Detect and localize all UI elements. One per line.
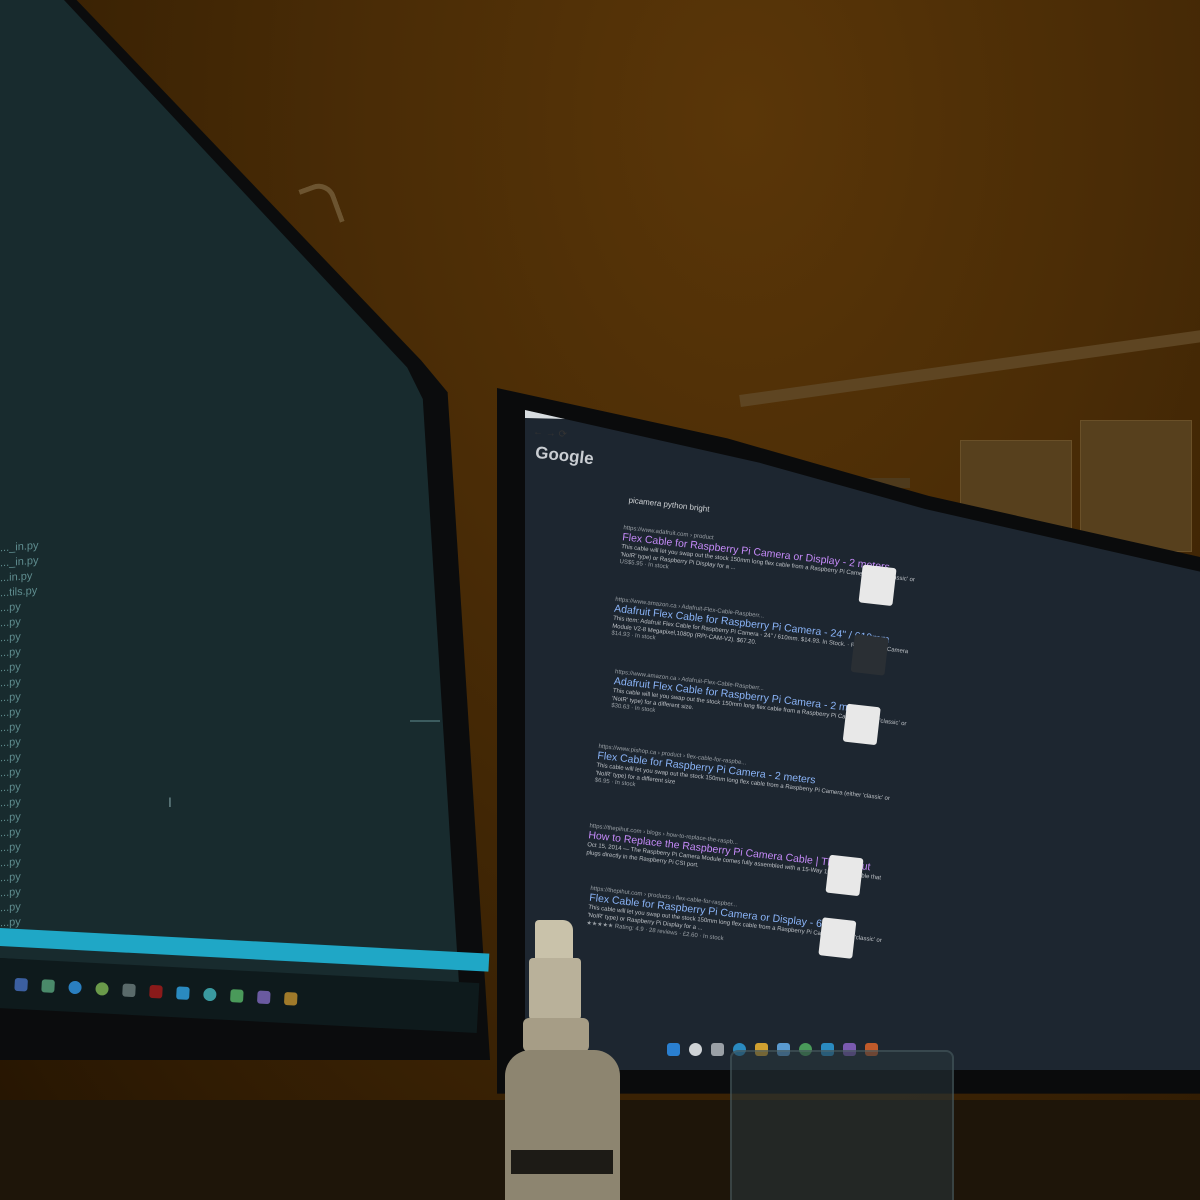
result-thumbnail[interactable] — [818, 917, 857, 959]
google-logo[interactable]: Google — [534, 443, 594, 470]
spray-bottle — [505, 920, 620, 1200]
browser-icon[interactable] — [68, 980, 82, 994]
photo-scene: ..._in.py ..._in.py ...in.py ...tils.py … — [0, 0, 1200, 1200]
left-monitor: ..._in.py ..._in.py ...in.py ...tils.py … — [0, 0, 490, 1060]
app-icon[interactable] — [256, 990, 271, 1004]
right-monitor-screen: ← → ⟳ Google picamera python bright http… — [525, 410, 1200, 1070]
browser-nav-icons[interactable]: ← → ⟳ — [533, 427, 568, 441]
vscode-icon[interactable] — [176, 985, 190, 1000]
chrome-icon[interactable] — [95, 981, 109, 996]
bottle-label — [511, 1150, 613, 1174]
result-thumbnail[interactable] — [850, 634, 889, 676]
app-icon[interactable] — [149, 984, 163, 999]
window-controls[interactable] — [410, 720, 440, 736]
result-thumbnail[interactable] — [842, 703, 881, 746]
search-result: https://www.pishop.ca › product › flex-c… — [594, 744, 897, 818]
settings-icon[interactable] — [122, 982, 136, 997]
glass-cup — [730, 1050, 954, 1200]
bottle-nozzle — [535, 920, 573, 960]
app-icon[interactable] — [41, 978, 55, 993]
result-thumbnail[interactable] — [858, 564, 897, 607]
bottle-body — [505, 1050, 620, 1200]
search-icon[interactable] — [689, 1042, 702, 1056]
text-cursor-icon: I — [168, 794, 172, 810]
edge-icon[interactable] — [203, 987, 217, 1001]
result-thumbnail[interactable] — [825, 854, 864, 897]
folder-icon[interactable] — [283, 991, 298, 1006]
bottle-collar — [523, 1018, 589, 1052]
start-icon[interactable] — [14, 977, 28, 991]
bottle-neck — [529, 958, 581, 1020]
task-view-icon[interactable] — [711, 1042, 724, 1056]
search-query[interactable]: picamera python bright — [628, 496, 710, 514]
left-monitor-screen — [0, 0, 460, 987]
app-icon[interactable] — [230, 988, 244, 1003]
windows-start-icon[interactable] — [667, 1042, 680, 1056]
file-explorer-list: ..._in.py ..._in.py ...in.py ...tils.py … — [0, 540, 40, 930]
